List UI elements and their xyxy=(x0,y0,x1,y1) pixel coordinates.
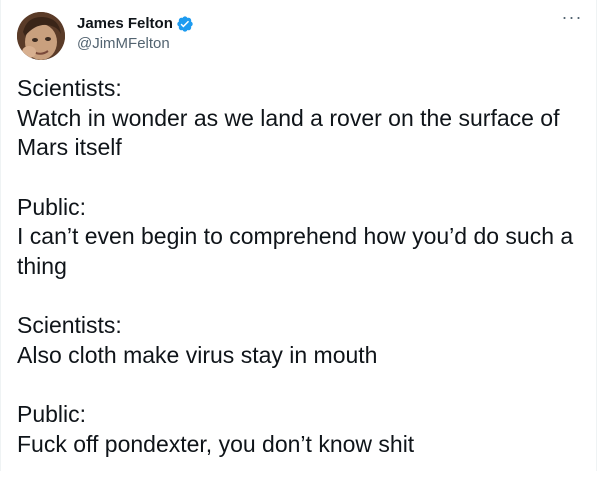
tweet-paragraph: Public: I can’t even begin to comprehend… xyxy=(17,193,576,282)
author-handle[interactable]: @JimMFelton xyxy=(77,34,194,54)
tweet-line: Also cloth make virus stay in mouth xyxy=(17,341,378,368)
tweet-paragraph: Public: Fuck off pondexter, you don’t kn… xyxy=(17,400,576,459)
tweet-header: James Felton @JimMFelton ··· xyxy=(17,8,581,60)
tweet-line: Watch in wonder as we land a rover on th… xyxy=(17,104,560,131)
tweet-paragraph: Scientists: Also cloth make virus stay i… xyxy=(17,311,576,370)
tweet-line: I can’t even begin to comprehend how you… xyxy=(17,223,574,249)
tweet-line: Fuck off pondexter, you don’t know shit xyxy=(17,430,415,457)
speaker-label: Scientists: xyxy=(17,75,122,101)
avatar-photo-icon xyxy=(17,12,65,60)
display-name[interactable]: James Felton xyxy=(77,14,173,34)
tweet-line: Mars itself xyxy=(17,134,122,160)
speaker-label: Scientists: xyxy=(17,312,122,338)
tweet-card: James Felton @JimMFelton ··· Scientists:… xyxy=(0,0,597,471)
speaker-label: Public: xyxy=(17,193,87,220)
verified-badge-icon xyxy=(176,15,194,33)
avatar[interactable] xyxy=(17,12,65,60)
tweet-line: thing xyxy=(17,252,67,279)
tweet-text: Scientists: Watch in wonder as we land a… xyxy=(17,74,576,489)
tweet-paragraph: Scientists: Watch in wonder as we land a… xyxy=(17,74,576,163)
speaker-label: Public: xyxy=(17,401,87,427)
display-name-row: James Felton xyxy=(77,14,194,34)
author-names: James Felton @JimMFelton xyxy=(77,14,194,54)
more-options-icon[interactable]: ··· xyxy=(560,8,584,30)
